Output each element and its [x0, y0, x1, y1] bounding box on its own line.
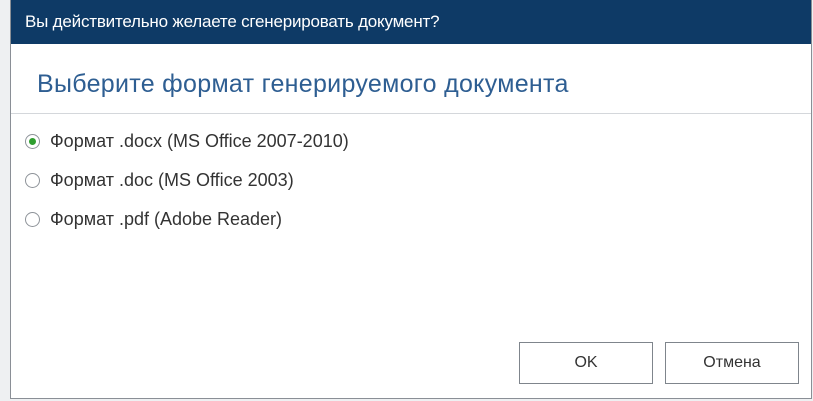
format-option-label: Формат .docx (MS Office 2007-2010) — [50, 131, 349, 151]
dialog-title-bar: Вы действительно желаете сгенерировать д… — [11, 0, 811, 44]
format-option-docx[interactable]: Формат .docx (MS Office 2007-2010) — [25, 122, 811, 161]
format-options: Формат .docx (MS Office 2007-2010) Форма… — [11, 122, 811, 239]
format-option-label: Формат .doc (MS Office 2003) — [50, 170, 294, 190]
dialog-title: Вы действительно желаете сгенерировать д… — [25, 12, 440, 31]
cancel-button[interactable]: Отмена — [665, 342, 799, 384]
format-option-doc[interactable]: Формат .doc (MS Office 2003) — [25, 161, 811, 200]
radio-pdf[interactable] — [25, 212, 40, 227]
dialog-buttons: OK Отмена — [519, 342, 799, 384]
dialog-heading: Выберите формат генерируемого документа — [37, 70, 569, 98]
ok-button[interactable]: OK — [519, 342, 653, 384]
heading-divider — [11, 113, 811, 114]
format-option-pdf[interactable]: Формат .pdf (Adobe Reader) — [25, 200, 811, 239]
generate-document-dialog: Вы действительно желаете сгенерировать д… — [10, 0, 812, 399]
radio-docx[interactable] — [25, 134, 40, 149]
radio-doc[interactable] — [25, 173, 40, 188]
format-option-label: Формат .pdf (Adobe Reader) — [50, 209, 283, 229]
